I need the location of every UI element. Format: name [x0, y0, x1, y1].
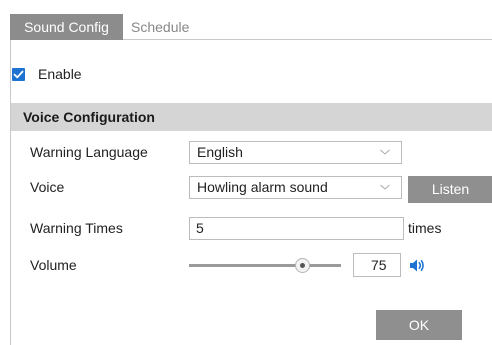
warning-language-value: English — [197, 144, 243, 160]
voice-label: Voice — [30, 179, 65, 195]
tab-bar: Sound Config Schedule — [10, 14, 492, 40]
sound-config-panel: Enable Voice Configuration Warning Langu… — [10, 40, 492, 345]
ok-button[interactable]: OK — [376, 310, 462, 340]
warning-language-label: Warning Language — [30, 144, 148, 160]
warning-language-select[interactable]: English — [189, 141, 402, 164]
enable-label: Enable — [38, 66, 82, 82]
warning-times-unit: times — [408, 220, 442, 236]
volume-slider-handle[interactable] — [295, 258, 310, 273]
voice-configuration-header: Voice Configuration — [11, 103, 492, 131]
tab-sound-config[interactable]: Sound Config — [10, 14, 123, 40]
enable-row[interactable]: Enable — [11, 65, 82, 83]
tab-schedule[interactable]: Schedule — [123, 14, 197, 40]
voice-select[interactable]: Howling alarm sound — [189, 176, 402, 199]
volume-slider-track[interactable] — [189, 264, 341, 267]
listen-button[interactable]: Listen — [408, 176, 492, 203]
enable-checkbox[interactable] — [12, 67, 25, 81]
check-icon — [13, 70, 24, 78]
voice-value: Howling alarm sound — [197, 179, 328, 195]
chevron-down-icon — [380, 149, 390, 155]
volume-label: Volume — [30, 257, 77, 273]
warning-times-label: Warning Times — [30, 220, 123, 236]
volume-input[interactable]: 75 — [353, 253, 401, 277]
chevron-down-icon — [380, 184, 390, 190]
warning-times-input[interactable]: 5 — [189, 217, 404, 240]
speaker-icon[interactable] — [409, 258, 425, 273]
